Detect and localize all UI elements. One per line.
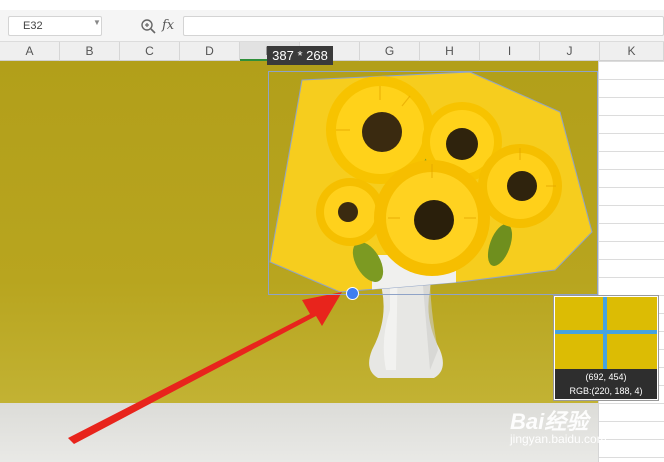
magnifier-info: (692, 454) RGB:(220, 188, 4) (555, 369, 657, 399)
crop-bounding-box[interactable] (268, 71, 598, 295)
color-magnifier: (692, 454) RGB:(220, 188, 4) (554, 296, 658, 400)
cursor-coordinates: (692, 454) (585, 372, 627, 382)
crosshair-vertical (603, 297, 607, 369)
crop-vertex-handle[interactable] (346, 287, 359, 300)
size-tooltip: 387 * 268 (267, 46, 333, 65)
watermark-url: jingyan.baidu.com (510, 432, 607, 446)
red-arrow-icon (68, 292, 342, 444)
rgb-readout: RGB:(220, 188, 4) (569, 386, 643, 396)
